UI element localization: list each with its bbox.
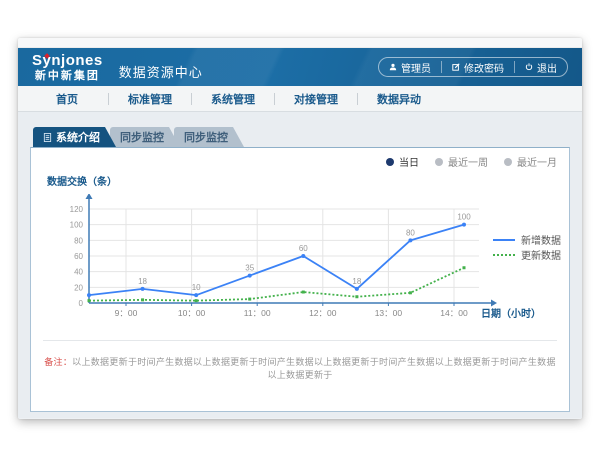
footnote-label: 备注： bbox=[44, 357, 72, 367]
header-action-user[interactable]: 管理员 bbox=[379, 61, 441, 73]
line-chart: 0 20 40 60 80 100 120 9：00 10：00 11：00 12：00 13：00 1… bbox=[51, 194, 521, 329]
window-top-strip bbox=[18, 38, 582, 48]
radio-unselected-icon bbox=[435, 158, 443, 166]
svg-text:13：00: 13：00 bbox=[375, 308, 403, 318]
user-icon bbox=[389, 63, 397, 71]
header-action-label: 修改密码 bbox=[464, 60, 504, 75]
y-axis-title: 数据交换（条） bbox=[47, 173, 117, 188]
svg-text:100: 100 bbox=[70, 221, 84, 230]
radio-label: 最近一周 bbox=[448, 154, 488, 169]
svg-text:80: 80 bbox=[406, 228, 415, 237]
chart-panel: 当日 最近一周 最近一月 数据交换（条） 0 20 40 60 80 100 120 9：00 10… bbox=[30, 147, 570, 412]
nav-item-0[interactable]: 首页 bbox=[26, 91, 108, 107]
svg-text:14：00: 14：00 bbox=[440, 308, 468, 318]
page-title: 数据资源中心 bbox=[119, 54, 203, 81]
nav-item-3[interactable]: 对接管理 bbox=[275, 91, 357, 107]
radio-label: 最近一月 bbox=[517, 154, 557, 169]
svg-text:80: 80 bbox=[74, 236, 83, 245]
logo-text: Synjones bbox=[32, 53, 103, 68]
svg-text:100: 100 bbox=[457, 213, 471, 222]
main-nav: 首页标准管理系统管理对接管理数据异动 bbox=[18, 86, 582, 112]
radio-option-0[interactable]: 当日 bbox=[386, 154, 419, 169]
tab-2[interactable]: 同步监控 bbox=[174, 127, 244, 147]
svg-text:10：00: 10：00 bbox=[178, 308, 206, 318]
svg-text:12：00: 12：00 bbox=[309, 308, 337, 318]
footnote-text: 以上数据更新于时间产生数据以上数据更新于时间产生数据以上数据更新于时间产生数据以… bbox=[72, 357, 556, 380]
edit-icon bbox=[452, 63, 460, 71]
time-range-filter: 当日 最近一周 最近一月 bbox=[386, 154, 557, 169]
footnote: 备注：以上数据更新于时间产生数据以上数据更新于时间产生数据以上数据更新于时间产生… bbox=[43, 340, 557, 381]
tab-0[interactable]: 系统介绍 bbox=[33, 127, 116, 147]
svg-text:0: 0 bbox=[79, 299, 84, 308]
nav-item-1[interactable]: 标准管理 bbox=[109, 91, 191, 107]
radio-option-2[interactable]: 最近一月 bbox=[504, 154, 557, 169]
user-actions: 管理员 修改密码 退出 bbox=[378, 57, 568, 77]
nav-item-4[interactable]: 数据异动 bbox=[358, 91, 440, 107]
content-area: 系统介绍 同步监控 同步监控 当日 最近一周 最近一月 数据交换（条） 0 20 40 60 8… bbox=[18, 112, 582, 418]
header-action-edit[interactable]: 修改密码 bbox=[441, 61, 514, 73]
header-action-power[interactable]: 退出 bbox=[514, 61, 567, 73]
x-axis-title: 日期（小时） bbox=[481, 305, 541, 320]
radio-option-1[interactable]: 最近一周 bbox=[435, 154, 488, 169]
svg-text:120: 120 bbox=[70, 205, 84, 214]
logo-accent-icon: y bbox=[43, 52, 52, 69]
legend-swatch-icon bbox=[493, 252, 515, 258]
svg-text:40: 40 bbox=[74, 268, 83, 277]
chart-legend: 新增数据更新数据 bbox=[493, 232, 561, 262]
legend-label: 更新数据 bbox=[521, 247, 561, 262]
svg-text:10: 10 bbox=[192, 283, 201, 292]
logo-subtitle: 新中新集团 bbox=[32, 71, 103, 82]
radio-selected-icon bbox=[386, 158, 394, 166]
header-action-label: 退出 bbox=[537, 60, 557, 75]
svg-text:9：00: 9：00 bbox=[115, 308, 138, 318]
svg-text:35: 35 bbox=[245, 264, 254, 273]
tab-bar: 系统介绍 同步监控 同步监控 bbox=[33, 127, 570, 147]
tab-label: 同步监控 bbox=[184, 129, 228, 145]
radio-unselected-icon bbox=[504, 158, 512, 166]
document-icon bbox=[43, 133, 52, 142]
svg-text:60: 60 bbox=[74, 252, 83, 261]
legend-label: 新增数据 bbox=[521, 232, 561, 247]
legend-item-1[interactable]: 更新数据 bbox=[493, 247, 561, 262]
radio-label: 当日 bbox=[399, 154, 419, 169]
svg-text:20: 20 bbox=[74, 283, 83, 292]
header-action-label: 管理员 bbox=[401, 60, 431, 75]
nav-item-2[interactable]: 系统管理 bbox=[192, 91, 274, 107]
app-header: Synjones 新中新集团 数据资源中心 管理员 修改密码 退出 bbox=[18, 48, 582, 86]
tab-1[interactable]: 同步监控 bbox=[110, 127, 180, 147]
tab-label: 同步监控 bbox=[120, 129, 164, 145]
svg-text:18: 18 bbox=[138, 277, 147, 286]
svg-text:11：00: 11：00 bbox=[244, 308, 271, 318]
legend-item-0[interactable]: 新增数据 bbox=[493, 232, 561, 247]
app-window: Synjones 新中新集团 数据资源中心 管理员修改密码退出 首页标准管理系统… bbox=[18, 38, 582, 419]
tab-label: 系统介绍 bbox=[56, 129, 100, 145]
legend-swatch-icon bbox=[493, 237, 515, 243]
power-icon bbox=[525, 63, 533, 71]
svg-text:60: 60 bbox=[299, 244, 308, 253]
company-logo: Synjones 新中新集团 bbox=[32, 53, 103, 82]
svg-text:18: 18 bbox=[352, 277, 361, 286]
